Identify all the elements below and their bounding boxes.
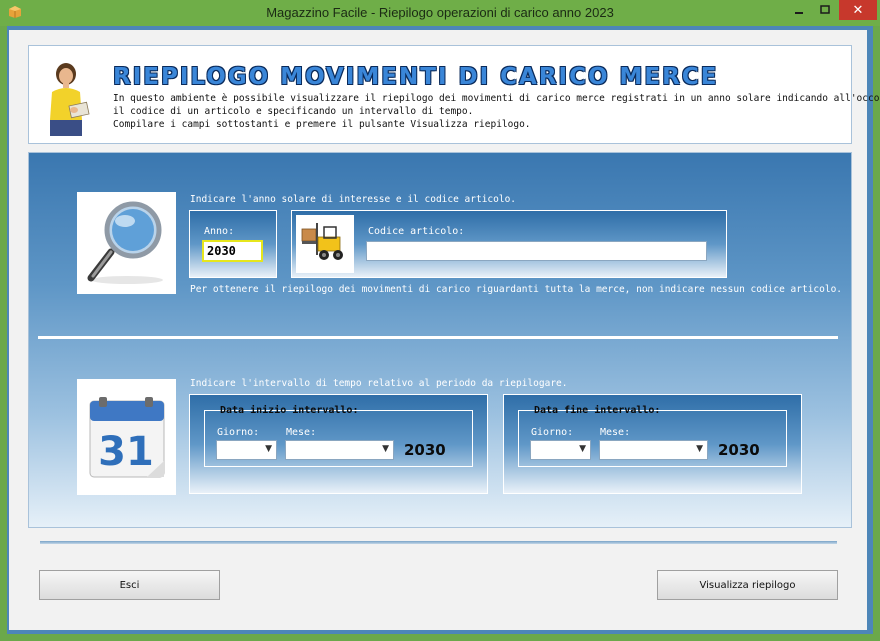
start-giorno-label: Giorno: (217, 427, 260, 438)
minimize-icon (795, 12, 803, 14)
end-giorno-select[interactable]: ▼ (530, 440, 591, 460)
title-bar: Magazzino Facile - Riepilogo operazioni … (0, 0, 880, 26)
anno-label: Anno: (204, 226, 235, 237)
close-icon: ✕ (852, 2, 864, 18)
description-line: In questo ambiente è possibile visualizz… (113, 93, 880, 104)
header-description: In questo ambiente è possibile visualizz… (113, 92, 880, 131)
close-button[interactable]: ✕ (839, 0, 877, 20)
chevron-down-icon: ▼ (382, 444, 389, 454)
footer-divider (40, 541, 837, 544)
page-title: RIEPILOGO MOVIMENTI DI CARICO MERCE (113, 64, 719, 90)
end-interval-title: Data fine intervallo: (534, 405, 661, 416)
end-giorno-label: Giorno: (531, 427, 574, 438)
search-image-box (77, 192, 176, 294)
description-line: il codice di un articolo e specificando … (113, 106, 474, 117)
codice-label: Codice articolo: (368, 226, 465, 237)
calendar-day: 31 (98, 429, 154, 475)
start-mese-select[interactable]: ▼ (285, 440, 394, 460)
magnifier-icon (87, 201, 163, 284)
chevron-down-icon: ▼ (265, 444, 272, 454)
visualizza-riepilogo-button[interactable]: Visualizza riepilogo (657, 570, 838, 600)
section-divider (38, 336, 838, 339)
search-hint: Per ottenere il riepilogo dei movimenti … (190, 284, 843, 295)
end-year: 2030 (718, 441, 760, 459)
anno-input[interactable]: 2030 (202, 240, 263, 262)
student-photo-icon (50, 63, 90, 136)
end-mese-select[interactable]: ▼ (599, 440, 708, 460)
forklift-image-box (296, 215, 354, 273)
start-interval-title: Data inizio intervallo: (220, 405, 359, 416)
maximize-icon (820, 5, 830, 14)
chevron-down-icon: ▼ (696, 444, 703, 454)
esci-button[interactable]: Esci (39, 570, 220, 600)
start-mese-label: Mese: (286, 427, 317, 438)
minimize-button[interactable] (788, 0, 810, 20)
start-giorno-select[interactable]: ▼ (216, 440, 277, 460)
codice-articolo-input[interactable] (366, 241, 707, 261)
forklift-icon (301, 223, 343, 260)
interval-instruction: Indicare l'intervallo di tempo relativo … (190, 378, 568, 389)
calendar-icon: 31 (89, 397, 165, 478)
description-line: Compilare i campi sottostanti e premere … (113, 119, 531, 130)
window-title: Magazzino Facile - Riepilogo operazioni … (266, 5, 614, 20)
start-year: 2030 (404, 441, 446, 459)
end-mese-label: Mese: (600, 427, 631, 438)
chevron-down-icon: ▼ (579, 444, 586, 454)
calendar-image-box: 31 (77, 379, 176, 495)
maximize-button[interactable] (814, 0, 836, 20)
search-instruction: Indicare l'anno solare di interesse e il… (190, 194, 517, 205)
